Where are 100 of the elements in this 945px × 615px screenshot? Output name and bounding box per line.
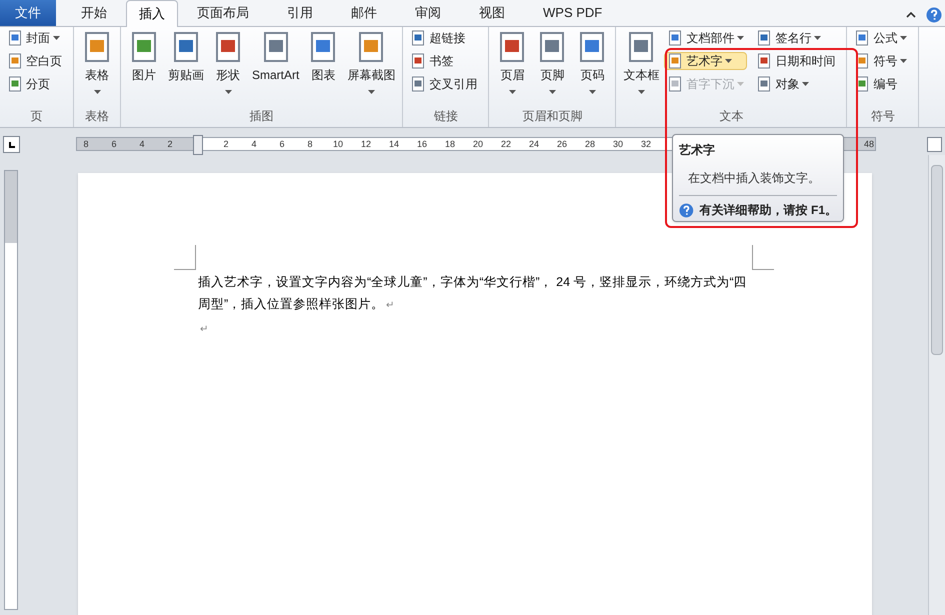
ruler-number: 24	[528, 138, 540, 150]
ribbon-button[interactable]: 交叉引用	[407, 75, 480, 93]
group-label: 页	[30, 108, 44, 125]
ruler-number: 30	[612, 138, 624, 150]
dropdown-caret-icon	[802, 82, 810, 86]
group-label: 文本	[718, 108, 744, 125]
ribbon-tab[interactable]: 审阅	[402, 0, 454, 26]
document-icon	[667, 76, 684, 92]
ruler-number: 2	[166, 138, 174, 150]
ribbon-button[interactable]: 图片	[125, 29, 163, 95]
dropdown-caret-icon	[548, 90, 556, 94]
ribbon-button[interactable]: 签名行	[753, 29, 838, 47]
ribbon-button[interactable]: 页眉	[493, 29, 532, 95]
ribbon-tab[interactable]: 邮件	[338, 0, 390, 26]
ruler-number: 48	[862, 138, 875, 150]
ruler-number: 10	[332, 138, 344, 150]
ruler-number: 6	[110, 138, 118, 150]
dropdown-caret-icon	[814, 36, 822, 40]
ribbon-button[interactable]: 书签	[407, 52, 480, 70]
ribbon-tab[interactable]: 视图	[466, 0, 518, 26]
dropdown-caret-icon	[900, 59, 908, 63]
group-label: 页眉和页脚	[521, 108, 584, 125]
ribbon-button[interactable]: SmartArt	[249, 29, 302, 95]
document-icon	[7, 76, 23, 92]
ruler-number: 16	[416, 138, 428, 150]
ribbon-button[interactable]: 艺术字	[664, 52, 748, 70]
dropdown-caret-icon	[53, 36, 60, 40]
document-icon	[7, 30, 23, 46]
dropdown-caret-icon	[94, 90, 100, 94]
document-icon	[667, 30, 684, 46]
ribbon-button[interactable]: 编号	[851, 75, 910, 93]
ribbon-button[interactable]: 页码	[573, 29, 612, 95]
tooltip-description: 在文档中插入装饰文字。	[688, 170, 821, 187]
document-icon	[410, 30, 426, 46]
scrollbar[interactable]	[928, 155, 945, 615]
ribbon-button[interactable]: 图表	[304, 29, 342, 95]
ribbon-button[interactable]: 屏幕截图	[344, 29, 398, 95]
ribbon-tab[interactable]: 页面布局	[184, 0, 262, 26]
dropdown-caret-icon	[737, 82, 744, 86]
document-icon	[854, 30, 870, 46]
ruler-number: 32	[640, 138, 652, 150]
ribbon-tab[interactable]: 插入	[126, 0, 178, 27]
ribbon-button[interactable]: 页脚	[533, 29, 572, 95]
margin-corner-mark	[174, 245, 196, 270]
ruler-number: 4	[250, 138, 258, 150]
ribbon-button[interactable]: 对象	[753, 75, 838, 93]
ribbon-button: 首字下沉	[664, 75, 748, 93]
margin-corner-mark	[752, 245, 774, 270]
ribbon-tab[interactable]: 开始	[68, 0, 120, 26]
ribbon-button[interactable]: 空白页	[4, 52, 65, 70]
tooltip-title: 艺术字	[679, 142, 716, 159]
ruler-number: 28	[584, 138, 596, 150]
group-label: 符号	[870, 108, 896, 125]
ruler-number: 22	[500, 138, 512, 150]
collapse-caret-icon[interactable]	[906, 11, 916, 19]
ruler-number: 26	[556, 138, 568, 150]
document-icon	[7, 53, 23, 69]
document-icon	[410, 76, 426, 92]
document-icon	[756, 53, 772, 69]
group-label: 表格	[84, 108, 110, 125]
tooltip-help-text: 有关详细帮助，请按 F1。	[700, 202, 837, 219]
dropdown-caret-icon	[508, 90, 516, 94]
document-icon	[756, 30, 772, 46]
view-ruler-icon[interactable]	[927, 137, 942, 152]
ruler-toggle-button[interactable]	[3, 136, 20, 153]
file-tab[interactable]: 文件	[0, 0, 56, 26]
ribbon-button[interactable]: 分页	[4, 75, 65, 93]
dropdown-caret-icon	[638, 90, 645, 94]
paragraph-mark: ↵	[199, 323, 209, 337]
ruler-number: 20	[472, 138, 484, 150]
ruler-number: 4	[138, 138, 146, 150]
ruler-number: 14	[388, 138, 400, 150]
dropdown-caret-icon	[737, 36, 744, 40]
ribbon-button[interactable]: 封面	[4, 29, 65, 47]
ruler-number: 8	[306, 138, 314, 150]
ribbon-tab[interactable]: WPS PDF	[530, 0, 616, 26]
ribbon-button[interactable]: 形状	[209, 29, 247, 95]
ribbon-button[interactable]: 文档部件	[664, 29, 748, 47]
ribbon-button[interactable]: 表格	[78, 29, 116, 95]
ruler-number: 8	[82, 138, 90, 150]
ruler-number: 6	[278, 138, 286, 150]
ribbon-button[interactable]: 剪贴画	[165, 29, 207, 95]
body-text: 插入艺术字，设置文字内容为“全球儿童”，字体为“华文行楷”， 24 号，竖排显示，环绕方式为“四周型”，插入位置参照样张图片。 ↵	[198, 274, 748, 313]
ribbon-button[interactable]: 符号	[851, 52, 910, 70]
help-icon[interactable]	[926, 7, 942, 23]
dropdown-caret-icon	[900, 36, 908, 40]
ribbon-button[interactable]: 文本框	[620, 29, 662, 95]
indent-marker-icon[interactable]	[193, 135, 203, 155]
ruler-number: 2	[222, 138, 230, 150]
ribbon-tab[interactable]: 引用	[274, 0, 326, 26]
ribbon-button[interactable]: 公式	[851, 29, 910, 47]
group-label: 插图	[248, 108, 275, 125]
ribbon-button[interactable]: 日期和时间	[753, 52, 838, 70]
help-icon	[679, 202, 694, 218]
ribbon-button[interactable]: 超链接	[407, 29, 480, 47]
dropdown-caret-icon	[368, 90, 375, 94]
dropdown-caret-icon	[588, 90, 596, 94]
dropdown-caret-icon	[725, 59, 732, 63]
document-icon	[756, 76, 772, 92]
ruler-number: 12	[360, 138, 372, 150]
